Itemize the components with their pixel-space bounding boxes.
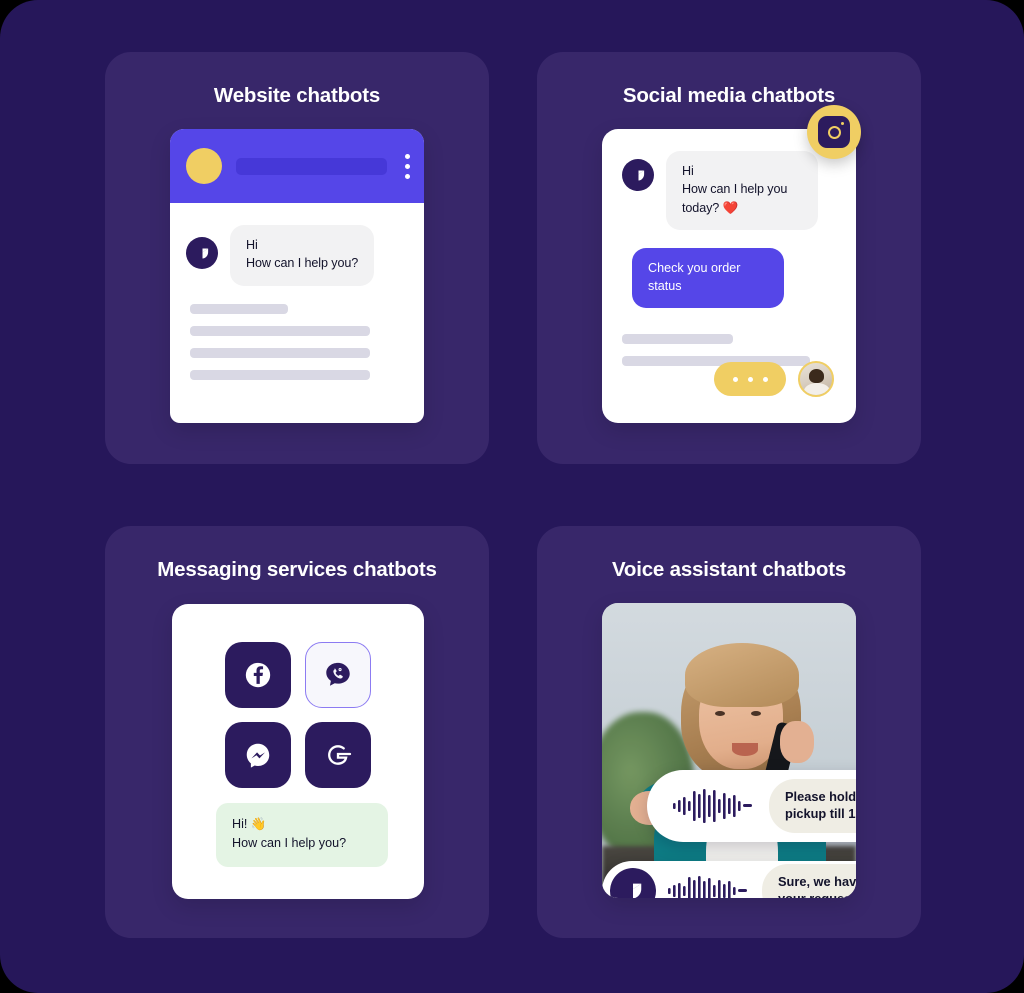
voice-message-line-1: Please hold waste (785, 788, 856, 804)
card-title-website: Website chatbots (213, 84, 381, 107)
kebab-menu-icon[interactable] (405, 153, 410, 179)
skeleton-line (190, 369, 370, 380)
audio-waveform-icon (668, 876, 747, 898)
voice-message-line-2: pickup till 12th Mar (785, 806, 856, 821)
app-tile-viber[interactable] (305, 642, 371, 708)
app-tile-facebook[interactable] (225, 642, 291, 708)
bot-message-line-3: today? ❤️ (682, 200, 739, 215)
app-tile-google[interactable] (305, 722, 371, 788)
user-message-line-2: status (648, 279, 682, 293)
voice-message-line-2: your request. (778, 890, 856, 898)
bot-message-line-1: Hi (246, 238, 258, 252)
title-bar-placeholder (236, 157, 387, 175)
card-website-chatbots[interactable]: Website chatbots Hi How can I help you? (105, 52, 489, 464)
card-title-social: Social media chatbots (622, 84, 836, 107)
bot-message-line-2: How can I help you (682, 182, 788, 197)
card-voice-assistant-chatbots[interactable]: Voice assistant chatbots Please hold pic… (537, 526, 921, 938)
typing-dots-icon (714, 362, 786, 396)
card-title-voice: Voice assistant chatbots (611, 558, 847, 581)
social-chat-panel[interactable]: Hi How can I help you today? ❤️ Check yo… (602, 105, 861, 423)
content-skeleton-group (170, 286, 424, 380)
chatbot-type-grid: Website chatbots Hi How can I help you? … (105, 52, 921, 938)
tidio-bot-logo-icon (186, 237, 218, 269)
app-tile-messenger[interactable] (225, 722, 291, 788)
voice-message-text: Please hold waste pickup till 12th Mar (769, 778, 856, 834)
instagram-icon (807, 105, 861, 159)
bot-message-row: Hi How can I help you today? ❤️ (622, 151, 836, 230)
skeleton-line (190, 347, 370, 358)
page-root: Website chatbots Hi How can I help you? … (0, 0, 1024, 993)
voice-message-bot: Sure, we have your request. (602, 861, 856, 898)
widget-body: Hi How can I help you? (170, 203, 424, 286)
bot-message-bubble: Hi How can I help you? (230, 225, 375, 286)
typing-indicator-row (602, 361, 856, 397)
woman-on-phone-photo (602, 603, 856, 898)
bot-message-line-1: Hi (682, 164, 694, 178)
widget-header (170, 129, 424, 203)
voice-message-text: Sure, we have your request. (762, 863, 856, 898)
greeting-line-2: How can I help you? (232, 836, 347, 851)
website-chat-widget[interactable]: Hi How can I help you? (170, 129, 424, 423)
voice-assistant-panel[interactable]: Please hold waste pickup till 12th Mar (602, 603, 856, 898)
voice-message-line-1: Sure, we have (778, 873, 856, 889)
messaging-app-grid (172, 604, 424, 788)
skeleton-line (190, 303, 289, 314)
bot-message-bubble: Hi How can I help you today? ❤️ (666, 151, 818, 230)
user-avatar (798, 361, 834, 397)
bot-message-line-2: How can I help you? (246, 256, 359, 271)
user-message-line-1: Check you order (648, 260, 741, 275)
messaging-apps-panel[interactable]: Hi! 👋 How can I help you? (172, 604, 424, 899)
card-messaging-services-chatbots[interactable]: Messaging services chatbots Hi! 👋 How ca… (105, 526, 489, 938)
card-social-media-chatbots[interactable]: Social media chatbots Hi How can I help … (537, 52, 921, 464)
bot-message-row: Hi How can I help you? (186, 225, 408, 286)
audio-waveform-icon (673, 789, 752, 823)
greeting-line-1: Hi! 👋 (232, 817, 267, 832)
voice-message-user: Please hold waste pickup till 12th Mar (647, 770, 856, 842)
tidio-bot-logo-icon (622, 159, 654, 191)
skeleton-line (190, 325, 370, 336)
skeleton-line (622, 334, 734, 345)
user-message-bubble: Check you order status (632, 247, 784, 309)
avatar-circle-icon (186, 148, 222, 184)
greeting-message-bubble: Hi! 👋 How can I help you? (216, 803, 388, 867)
card-title-messaging: Messaging services chatbots (157, 558, 437, 581)
tidio-bot-logo-icon (610, 868, 656, 898)
